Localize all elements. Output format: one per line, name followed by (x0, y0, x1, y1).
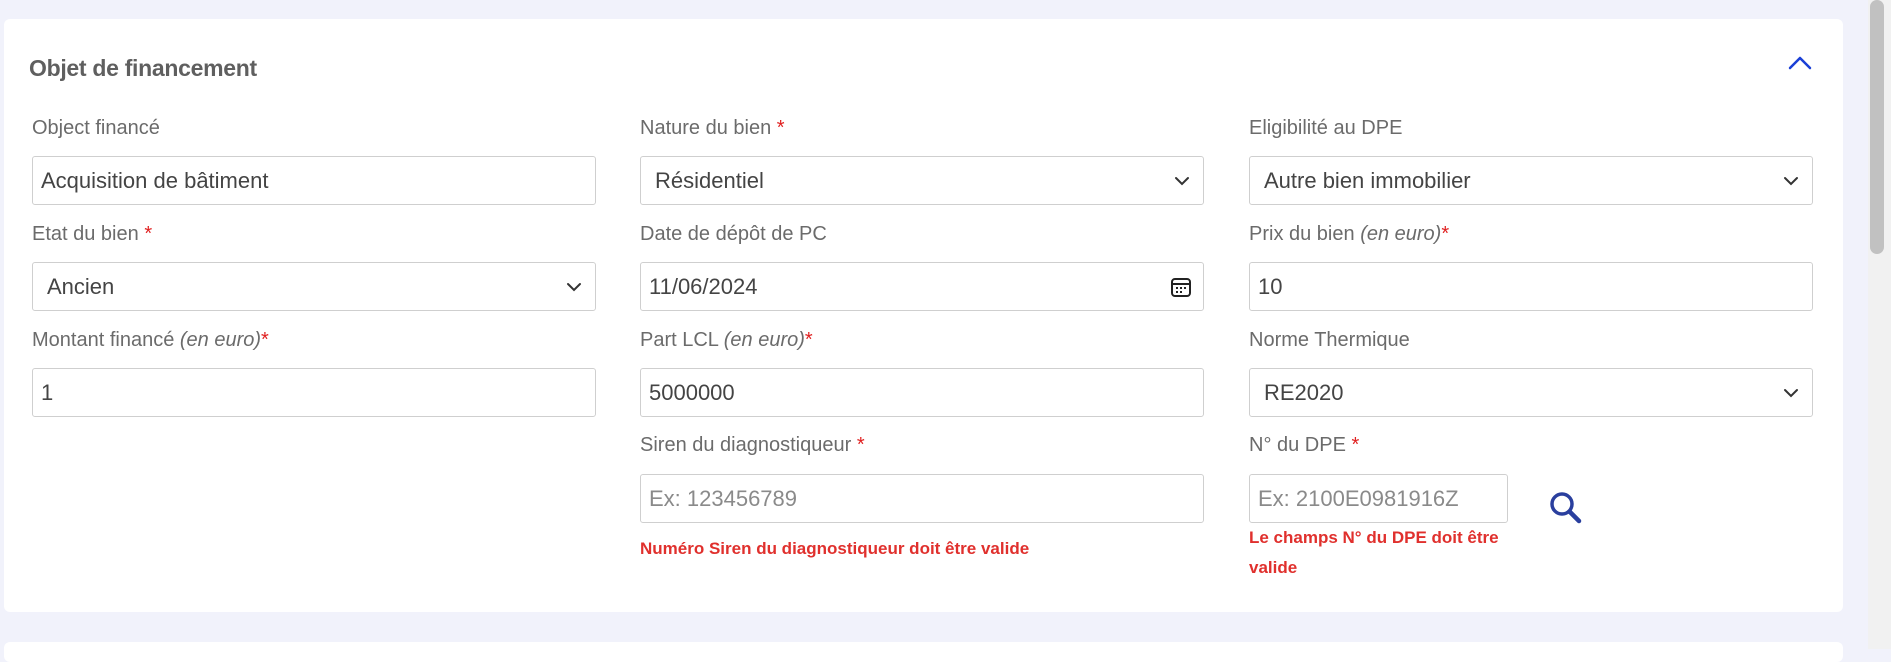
norme-thermique-select[interactable]: RE2020 (1249, 368, 1813, 417)
prix-bien-field[interactable]: 10 (1249, 262, 1813, 311)
eligibilite-dpe-select[interactable]: Autre bien immobilier (1249, 156, 1813, 205)
montant-finance-field[interactable]: 1 (32, 368, 596, 417)
num-dpe-error: Le champs N° du DPE doit être valide (1249, 523, 1499, 583)
nature-bien-select[interactable]: Résidentiel (640, 156, 1204, 205)
siren-diag-error: Numéro Siren du diagnostiqueur doit être… (640, 539, 1030, 558)
etat-bien-select[interactable]: Ancien (32, 262, 596, 311)
chevron-down-icon (1175, 176, 1189, 185)
chevron-down-icon (567, 282, 581, 291)
scrollbar-thumb[interactable] (1870, 0, 1884, 254)
part-lcl-field[interactable]: 5000000 (640, 368, 1204, 417)
chevron-up-icon[interactable] (1787, 52, 1813, 74)
next-section-card (4, 642, 1843, 662)
num-dpe-input[interactable]: Ex: 2100E0981916Z (1249, 474, 1508, 523)
object-finance-field[interactable]: Acquisition de bâtiment (32, 156, 596, 205)
nature-bien-label: Nature du bien * (640, 117, 785, 139)
eligibilite-dpe-label: Eligibilité au DPE (1249, 117, 1403, 139)
chevron-down-icon (1784, 388, 1798, 397)
num-dpe-error-line2: valide (1249, 558, 1298, 577)
num-dpe-error-line1: Le champs N° du DPE doit être (1249, 528, 1499, 547)
calendar-icon[interactable] (1169, 275, 1193, 299)
num-dpe-label: N° du DPE * (1249, 434, 1360, 456)
date-depot-pc-label: Date de dépôt de PC (640, 223, 827, 245)
siren-diag-input[interactable]: Ex: 123456789 (640, 474, 1204, 523)
object-finance-label: Object financé (32, 117, 160, 139)
date-depot-pc-input[interactable]: 11/06/2024 (640, 262, 1204, 311)
prix-bien-label: Prix du bien (en euro)* (1249, 223, 1450, 245)
norme-thermique-label: Norme Thermique (1249, 329, 1410, 351)
etat-bien-label: Etat du bien * (32, 223, 153, 245)
part-lcl-label: Part LCL (en euro)* (640, 329, 813, 351)
section-title: Objet de financement (29, 55, 257, 81)
search-icon[interactable] (1548, 490, 1584, 526)
siren-diag-label: Siren du diagnostiqueur * (640, 434, 865, 456)
chevron-down-icon (1784, 176, 1798, 185)
montant-finance-label: Montant financé (en euro)* (32, 329, 269, 351)
